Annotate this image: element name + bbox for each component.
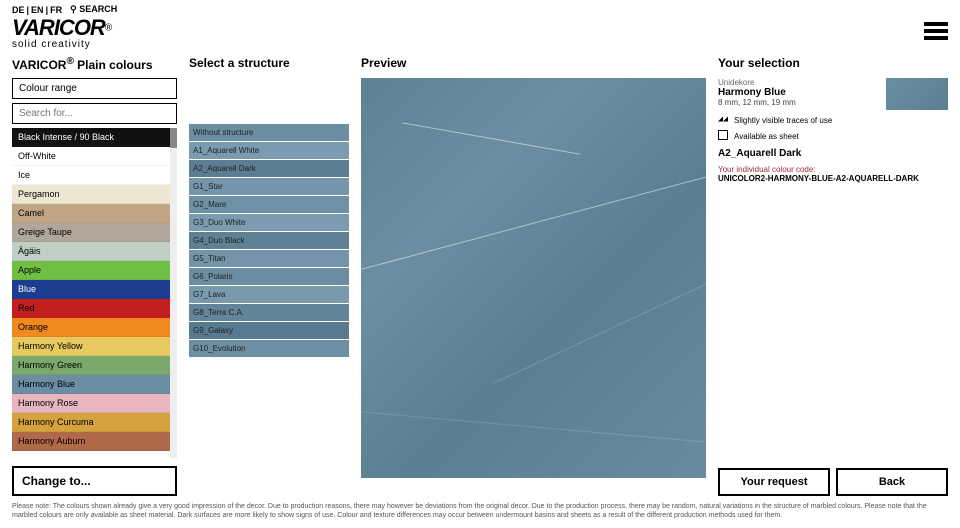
change-to-button[interactable]: Change to... [12, 466, 177, 496]
colour-item[interactable]: Harmony Curcuma [12, 413, 170, 432]
structure-item[interactable]: A2_Aquarell Dark [189, 160, 349, 177]
colour-item[interactable]: Blue [12, 280, 170, 299]
colour-item[interactable]: Harmony Rose [12, 394, 170, 413]
logo-registered-icon: ® [105, 22, 112, 33]
lang-fr[interactable]: FR [50, 5, 62, 15]
selection-code-label: Your individual colour code: [718, 165, 948, 174]
preview-column-title: Preview [361, 56, 706, 70]
colour-item[interactable]: Ägäis [12, 242, 170, 261]
colour-item[interactable]: Pergamon [12, 185, 170, 204]
structure-item[interactable]: G1_Star [189, 178, 349, 195]
colour-list: Black Intense / 90 BlackOff-WhiteIcePerg… [12, 128, 177, 458]
structure-item[interactable]: G5_Titan [189, 250, 349, 267]
colours-column-title: VARICOR® Plain colours [12, 56, 177, 72]
structure-item[interactable]: G6_Polaris [189, 268, 349, 285]
search-label: SEARCH [79, 4, 117, 14]
structure-item[interactable]: G8_Terra C.A. [189, 304, 349, 321]
selection-category: Unidekore [718, 78, 796, 87]
selection-structure: A2_Aquarell Dark [718, 148, 948, 159]
footnote-text: Please note: The colours shown already g… [0, 496, 960, 528]
colour-search-input[interactable] [12, 103, 177, 124]
menu-icon[interactable] [924, 15, 948, 43]
logo-tagline: solid creativity [12, 39, 112, 50]
selection-dimensions: 8 mm, 12 mm, 19 mm [718, 98, 796, 107]
scrollbar-track[interactable] [170, 128, 177, 458]
structure-column-title: Select a structure [189, 56, 349, 70]
structure-item[interactable]: G9_Galaxy [189, 322, 349, 339]
colour-item[interactable]: Camel [12, 204, 170, 223]
structure-item[interactable]: G10_Evolution [189, 340, 349, 357]
structure-item[interactable]: G2_Mare [189, 196, 349, 213]
colour-item[interactable]: Black Intense / 90 Black [12, 128, 170, 147]
brand-logo[interactable]: VARICOR® solid creativity [12, 15, 112, 50]
colour-range-select[interactable]: Colour range [12, 78, 177, 99]
search-icon: ⚲ [70, 4, 77, 14]
lang-de[interactable]: DE [12, 5, 25, 15]
colour-item[interactable]: Ice [12, 166, 170, 185]
lang-en[interactable]: EN [31, 5, 44, 15]
structure-item[interactable]: G7_Lava [189, 286, 349, 303]
selection-name: Harmony Blue [718, 87, 796, 98]
selection-swatch [886, 78, 948, 110]
logo-text: VARICOR [12, 15, 105, 40]
structure-item[interactable]: G4_Duo Black [189, 232, 349, 249]
traces-icon [718, 114, 728, 126]
sheet-checkbox-icon [718, 130, 728, 142]
lang-separator: | [46, 5, 49, 15]
colour-item[interactable]: Off-White [12, 147, 170, 166]
colour-item[interactable]: Harmony Yellow [12, 337, 170, 356]
structure-list: Without structureA1_Aquarell WhiteA2_Aqu… [189, 124, 349, 358]
search-link[interactable]: ⚲ SEARCH [70, 4, 117, 15]
colour-item[interactable]: Orange [12, 318, 170, 337]
preview-image [361, 78, 706, 478]
back-button[interactable]: Back [836, 468, 948, 496]
colour-item[interactable]: Greige Taupe [12, 223, 170, 242]
request-button[interactable]: Your request [718, 468, 830, 496]
colour-item[interactable]: Apple [12, 261, 170, 280]
colour-item[interactable]: Harmony Auburn [12, 432, 170, 451]
colour-item[interactable]: Red [12, 299, 170, 318]
colour-item[interactable]: Harmony Blue [12, 375, 170, 394]
structure-item[interactable]: A1_Aquarell White [189, 142, 349, 159]
colour-item[interactable]: Harmony Green [12, 356, 170, 375]
scrollbar-thumb[interactable] [170, 128, 177, 148]
structure-item[interactable]: G3_Duo White [189, 214, 349, 231]
selection-code: UNICOLOR2-HARMONY-BLUE-A2-AQUARELL-DARK [718, 174, 948, 183]
selection-column-title: Your selection [718, 56, 948, 70]
lang-separator: | [27, 5, 30, 15]
selection-traces: Slightly visible traces of use [734, 116, 832, 125]
structure-item[interactable]: Without structure [189, 124, 349, 141]
selection-sheet: Available as sheet [734, 132, 799, 141]
